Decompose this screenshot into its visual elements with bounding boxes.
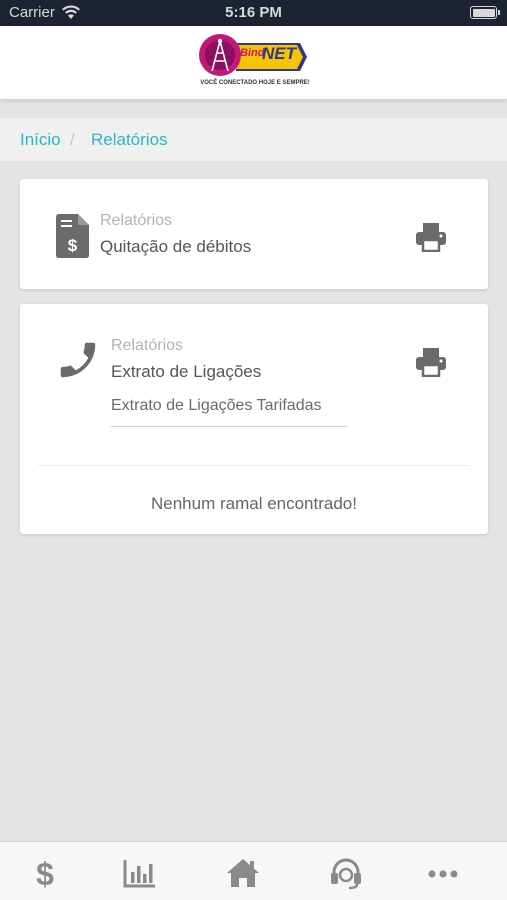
- tab-inicio[interactable]: [225, 856, 259, 890]
- card-category: Relatórios: [100, 212, 173, 229]
- print-button[interactable]: [416, 222, 446, 257]
- bar-chart-icon: [123, 860, 155, 888]
- breadcrumb-current: Relatórios: [91, 130, 168, 149]
- report-card-quitacao: $ Relatórios Quitação de débitos: [20, 179, 488, 289]
- tab-financeiro[interactable]: $: [28, 856, 62, 892]
- print-icon: [416, 223, 446, 253]
- logo-text: NET: [262, 44, 296, 63]
- breadcrumb-separator: /: [70, 130, 75, 149]
- svg-text:$: $: [68, 236, 78, 255]
- bindnet-logo: Bind NET VOCÊ CONECTADO HOJE E SEMPRE!: [196, 33, 312, 91]
- status-bar: Carrier 5:16 PM: [0, 0, 507, 26]
- logo-prefix: Bind: [240, 47, 265, 59]
- clock: 5:16 PM: [225, 4, 282, 21]
- breadcrumb: Início / Relatórios: [0, 118, 507, 161]
- report-card-ligacoes: Relatórios Extrato de Ligações Extrato d…: [20, 304, 488, 534]
- empty-message: Nenhum ramal encontrado!: [150, 494, 357, 513]
- bottom-tab-bar: $: [0, 841, 507, 900]
- phone-icon: [55, 337, 101, 388]
- svg-text:$: $: [36, 856, 54, 890]
- select-underline: [111, 426, 347, 427]
- invoice-dollar-icon: $: [56, 214, 89, 263]
- breadcrumb-home-link[interactable]: Início: [20, 130, 61, 150]
- home-icon: [227, 859, 259, 887]
- print-button[interactable]: [416, 347, 446, 382]
- headset-icon: [331, 858, 361, 890]
- card-category: Relatórios: [111, 337, 184, 354]
- app-header: Bind NET VOCÊ CONECTADO HOJE E SEMPRE!: [0, 26, 507, 99]
- dollar-icon: $: [36, 856, 54, 892]
- report-type-select[interactable]: Extrato de Ligações Tarifadas: [111, 397, 322, 415]
- logo-tagline: VOCÊ CONECTADO HOJE E SEMPRE!: [200, 80, 310, 86]
- more-icon: [428, 870, 458, 878]
- print-icon: [416, 348, 446, 378]
- tab-mais[interactable]: [426, 856, 460, 890]
- tab-suporte[interactable]: [329, 856, 363, 890]
- card-title: Quitação de débitos: [100, 237, 252, 256]
- card-title: Extrato de Ligações: [111, 362, 262, 381]
- tab-relatorios[interactable]: [123, 856, 157, 890]
- battery-icon: [470, 6, 500, 19]
- divider: [38, 465, 470, 466]
